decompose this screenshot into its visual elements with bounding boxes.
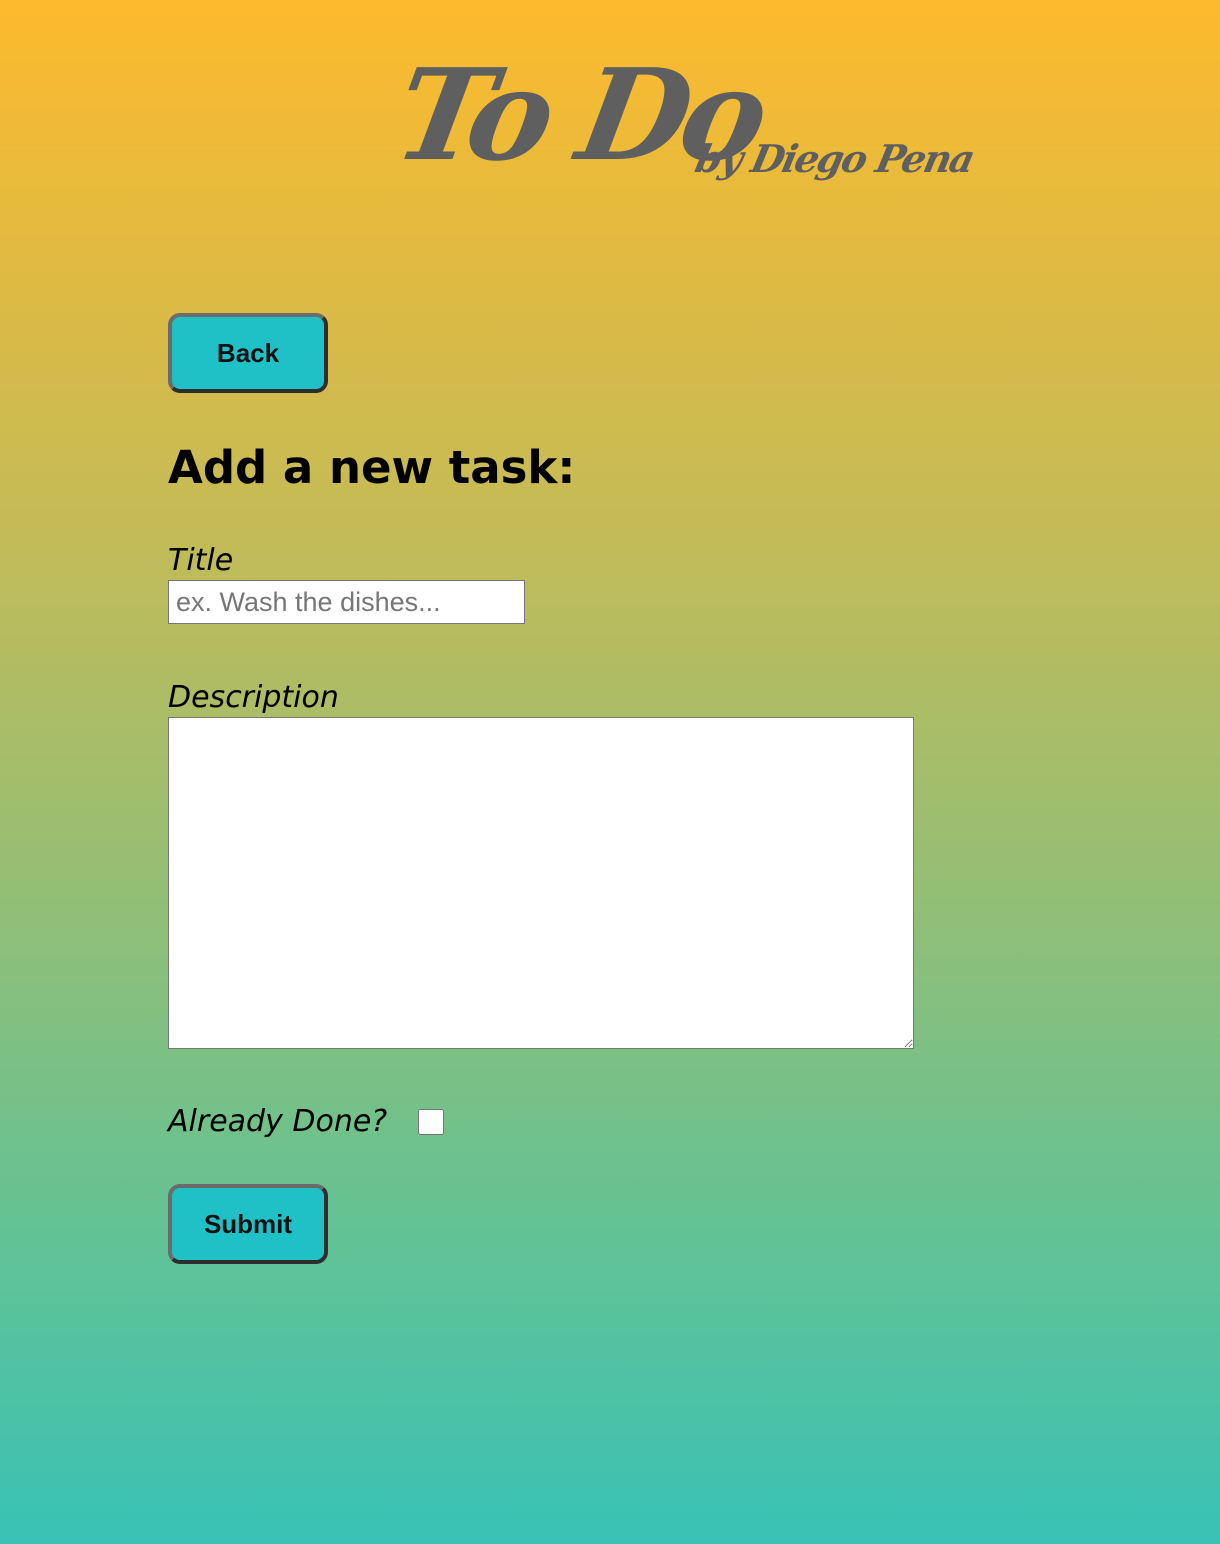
submit-button[interactable]: Submit bbox=[168, 1184, 328, 1264]
app-logo: To Do by Diego Pena bbox=[385, 40, 978, 200]
description-textarea[interactable] bbox=[168, 717, 914, 1049]
page-title: Add a new task: bbox=[168, 441, 576, 494]
title-label: Title bbox=[168, 543, 234, 578]
back-button[interactable]: Back bbox=[168, 313, 328, 393]
already-done-checkbox[interactable] bbox=[418, 1109, 444, 1135]
title-input[interactable] bbox=[168, 580, 525, 624]
description-label: Description bbox=[168, 680, 339, 715]
already-done-label: Already Done? bbox=[168, 1104, 388, 1139]
logo-byline: by Diego Pena bbox=[691, 136, 978, 181]
